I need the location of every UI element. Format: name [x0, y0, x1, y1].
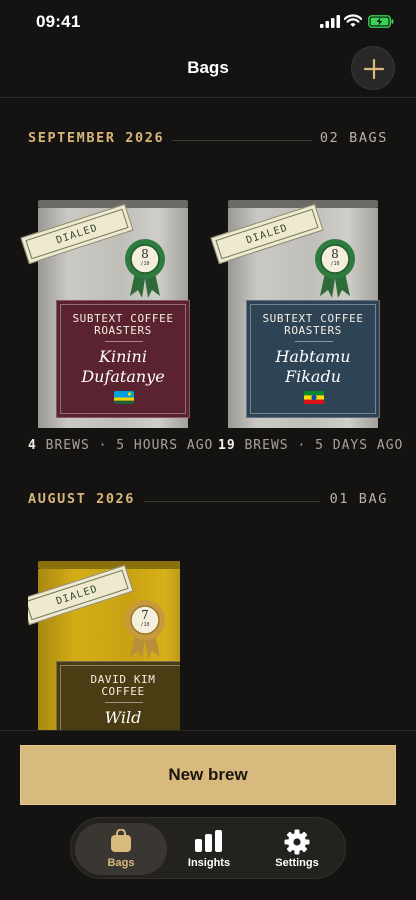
- bag-label: SUBTEXT COFFEE ROASTERS Kinini Dufatanye: [56, 300, 190, 418]
- roaster-name: SUBTEXT COFFEE ROASTERS: [72, 312, 174, 337]
- nav-bar: Bags: [0, 46, 416, 98]
- section-divider: [144, 501, 320, 502]
- rating-rosette-icon: 8 /10: [314, 238, 356, 300]
- gear-icon: [284, 829, 310, 855]
- coffee-name: Kinini Dufatanye: [81, 347, 165, 386]
- bag-icon: [111, 829, 131, 852]
- bag-label: DAVID KIM COFFEE Wild: [56, 661, 180, 731]
- status-bar: 09:41: [0, 0, 416, 46]
- rating-scale: /10: [140, 622, 150, 628]
- bag-card[interactable]: DAVID KIM COFFEE Wild 7 /10 DIALED: [28, 561, 180, 731]
- bag-label: SUBTEXT COFFEE ROASTERS Habtamu Fikadu: [246, 300, 380, 418]
- coffee-name: Wild: [104, 708, 142, 727]
- new-brew-button[interactable]: New brew: [20, 745, 396, 805]
- wifi-icon: [344, 14, 362, 27]
- plus-icon: [363, 58, 385, 80]
- bag-card[interactable]: SUBTEXT COFFEE ROASTERS Kinini Dufatanye…: [20, 200, 190, 440]
- section-month: SEPTEMBER 2026: [28, 130, 165, 146]
- section-month: AUGUST 2026: [28, 491, 136, 507]
- rwanda-flag-icon: [114, 391, 134, 404]
- bag-meta: 19 BREWS · 5 DAYS AGO: [218, 438, 403, 453]
- tab-bar: Bags Insights Settings: [70, 817, 346, 879]
- bottom-bar: New brew Bags Insights Settings: [0, 730, 416, 900]
- roaster-name: DAVID KIM COFFEE: [90, 673, 156, 698]
- section-header-september: SEPTEMBER 2026 02 BAGS: [28, 130, 388, 150]
- section-header-august: AUGUST 2026 01 BAG: [28, 491, 388, 511]
- bag-meta: 4 BREWS · 5 HOURS AGO: [28, 438, 213, 453]
- tab-label: Insights: [187, 857, 231, 869]
- brew-count: 19: [218, 438, 236, 453]
- tab-label: Bags: [107, 857, 135, 869]
- rating-rosette-icon: 7 /10: [124, 599, 166, 661]
- ethiopia-flag-icon: [304, 391, 324, 404]
- section-count: 01 BAG: [329, 491, 388, 507]
- rating-scale: /10: [140, 261, 150, 267]
- rating-rosette-icon: 8 /10: [124, 238, 166, 300]
- section-count: 02 BAGS: [319, 130, 388, 146]
- bag-card[interactable]: SUBTEXT COFFEE ROASTERS Habtamu Fikadu 8…: [210, 200, 380, 440]
- tab-bags[interactable]: Bags: [75, 823, 167, 875]
- rating-value: 8: [331, 247, 339, 261]
- tab-settings[interactable]: Settings: [251, 823, 343, 875]
- status-time: 09:41: [36, 12, 81, 31]
- brew-count: 4: [28, 438, 37, 453]
- cellular-signal-icon: [320, 15, 340, 28]
- section-divider: [172, 140, 312, 141]
- brew-meta-text: BREWS · 5 DAYS AGO: [244, 438, 404, 453]
- tab-label: Settings: [275, 857, 319, 869]
- tab-insights[interactable]: Insights: [163, 823, 255, 875]
- coffee-name: Habtamu Fikadu: [275, 347, 351, 386]
- roaster-name: SUBTEXT COFFEE ROASTERS: [262, 312, 364, 337]
- add-bag-button[interactable]: [351, 46, 395, 90]
- rating-scale: /10: [330, 261, 340, 267]
- bag-top: [38, 561, 180, 569]
- brew-meta-text: BREWS · 5 HOURS AGO: [45, 438, 214, 453]
- bar-chart-icon: [195, 830, 222, 852]
- rating-value: 8: [141, 247, 149, 261]
- battery-charging-icon: [368, 15, 394, 28]
- rating-value: 7: [141, 608, 149, 622]
